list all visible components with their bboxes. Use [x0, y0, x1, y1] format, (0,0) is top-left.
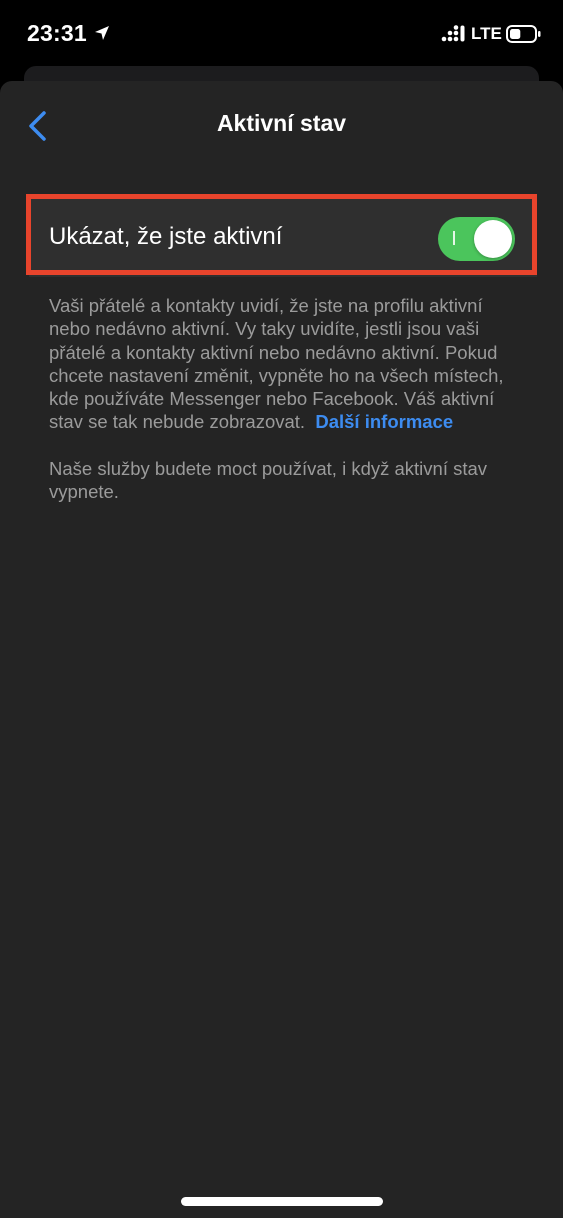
active-status-row[interactable]: Ukázat, že jste aktivní: [29, 197, 537, 277]
status-bar: 23:31 LTE: [0, 0, 563, 66]
toggle-on-mark: [453, 231, 455, 245]
network-type: LTE: [471, 24, 502, 43]
toggle-knob: [474, 220, 512, 258]
more-info-link[interactable]: Další informace: [315, 411, 453, 432]
description: Vaši přátelé a kontakty uvidí, že jste n…: [49, 294, 519, 503]
status-time: 23:31: [27, 20, 87, 46]
battery-icon: [506, 25, 541, 43]
location-arrow-icon: [95, 26, 109, 40]
active-status-toggle[interactable]: [438, 217, 515, 261]
home-indicator: [181, 1197, 383, 1206]
settings-sheet: Aktivní stav Ukázat, že jste aktivní Vaš…: [0, 81, 563, 1218]
active-status-label: Ukázat, že jste aktivní: [49, 223, 283, 250]
signal-icon: [441, 25, 465, 42]
page-title: Aktivní stav: [216, 110, 347, 136]
description-text: Vaši přátelé a kontakty uvidí, že jste n…: [49, 294, 519, 434]
description-note: Naše služby budete moct používat, i když…: [49, 457, 488, 503]
screen: 23:31 LTE Aktivní stav Ukázat, že jste a…: [0, 0, 563, 1218]
